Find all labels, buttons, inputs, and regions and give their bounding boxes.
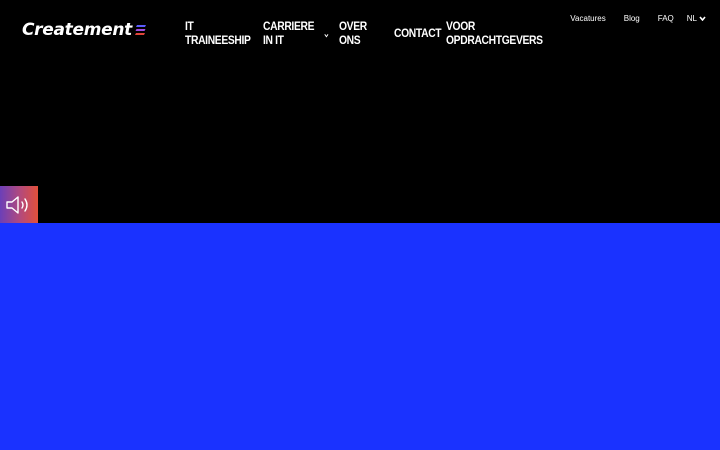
chevron-down-icon <box>323 33 329 38</box>
main-nav: IT Traineeship Carriere in IT Over ons C… <box>185 19 556 47</box>
speaker-icon <box>6 195 28 214</box>
nav-item-label: Contact <box>394 26 442 40</box>
faq-link[interactable]: FAQ <box>658 14 674 23</box>
vacatures-link[interactable]: Vacatures <box>570 14 605 23</box>
nav-item-it-traineeship[interactable]: IT Traineeship <box>185 19 252 47</box>
nav-item-carriere-in-it[interactable]: Carriere in IT <box>263 19 329 47</box>
nav-item-over-ons[interactable]: Over ons <box>339 19 386 47</box>
nav-item-contact[interactable]: Contact <box>394 26 442 40</box>
createment-logo[interactable]: Createment <box>22 20 147 40</box>
nav-item-voor-opdrachtgevers[interactable]: Voor opdrachtgevers <box>446 19 543 47</box>
logo-mark-icon <box>135 23 147 41</box>
nav-item-label: Carriere in IT <box>263 19 315 47</box>
chevron-down-icon <box>699 15 706 21</box>
sound-toggle-button[interactable] <box>0 186 38 223</box>
nav-item-label: Voor opdrachtgevers <box>446 19 543 47</box>
language-selector[interactable]: NL <box>687 14 706 23</box>
logo-text: Createment <box>22 20 132 40</box>
language-label: NL <box>686 13 697 23</box>
nav-item-label: IT Traineeship <box>185 19 251 47</box>
blog-link[interactable]: Blog <box>624 14 640 23</box>
top-nav: Vacatures Blog FAQ NL <box>552 12 706 24</box>
nav-item-label: Over ons <box>339 19 367 47</box>
blue-section <box>0 223 720 450</box>
